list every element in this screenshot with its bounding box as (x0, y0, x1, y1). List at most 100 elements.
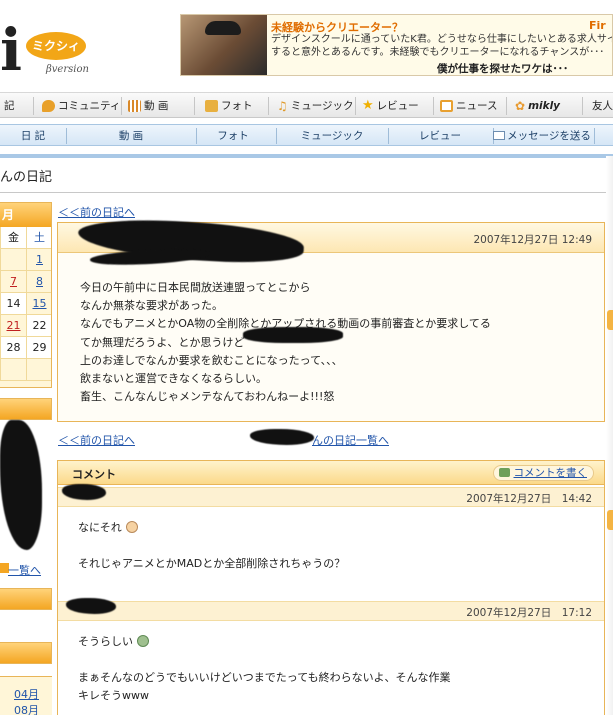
archive-month-link[interactable]: 08月 (14, 702, 39, 715)
subnav-item-review[interactable]: レビュー (388, 128, 492, 144)
comments-section: コメント コメントを書く 2007年12月27日 14:42 なにそれ それじゃ… (57, 460, 605, 715)
folder-icon (205, 100, 218, 112)
comment-line: キレそうwww (78, 689, 149, 702)
page-title: んの日記 (0, 170, 53, 185)
nav-separator (121, 97, 122, 115)
title-accent-bar (0, 154, 613, 158)
right-column-tab (607, 310, 613, 330)
nav-item-label: レビュー (376, 100, 419, 112)
diary-list-link[interactable]: んの日記一覧へ (312, 432, 389, 448)
film-icon (128, 100, 141, 112)
sidebar-box-header (0, 642, 52, 664)
sidebar-list-link[interactable]: 一覧へ (8, 562, 41, 578)
nav-item-mikly[interactable]: ✿ mikly (515, 97, 560, 115)
subnav-item-photo[interactable]: フォト (196, 128, 270, 144)
subnav-item-video[interactable]: 動 画 (66, 128, 196, 144)
face-emoji-icon (125, 521, 138, 533)
nav-item-label: ニュース (456, 100, 498, 112)
right-column-edge (606, 156, 613, 715)
ad-tagline[interactable]: 僕が仕事を探せたワケは･･･ (437, 61, 568, 75)
nav-item-video[interactable]: 動 画 (128, 97, 168, 115)
header: i ミクシィ βversion 未経験からクリエーター？ Fir デザインスクール… (0, 0, 613, 92)
banner-ad[interactable]: 未経験からクリエーター？ Fir デザインスクールに通っていたK君。どうせなら仕事… (180, 14, 613, 76)
calendar-week-row: 1 (0, 249, 51, 271)
archive-month-link[interactable]: 04月 (14, 686, 39, 702)
calendar-day[interactable]: 7 (0, 271, 26, 292)
redacted-friend-list (0, 420, 42, 550)
calendar-weekday-row: 金 土 (0, 227, 51, 249)
diary-line: 上のお達しでなんか要求を飲むことになったって、、、 (80, 353, 343, 367)
calendar-day[interactable]: 8 (26, 271, 51, 292)
nav-item-news[interactable]: ニュース (440, 97, 497, 115)
nav-separator (194, 97, 195, 115)
ad-corner-text: Fir (589, 19, 606, 32)
mixi-logo-badge[interactable]: ミクシィ (26, 32, 86, 60)
prev-diary-link-bottom[interactable]: ＜＜前の日記へ (58, 432, 135, 448)
diary-entry-date: 2007年12月27日 12:49 (473, 234, 592, 246)
ad-body-line: デザインスクールに通っていたK君。どうせなら仕事にしたいとある求人サイトで仕事 (271, 34, 612, 45)
subnav-item-send-message[interactable]: メッセージを送る (493, 128, 591, 144)
comment-line: まぁそんなのどうでもいいけどいつまでたっても終わらないよ、そんな作業 (78, 671, 451, 684)
calendar-day (0, 359, 26, 380)
nav-item-label: mikly (528, 100, 561, 112)
sidebar-box-header (0, 588, 52, 610)
nav-separator (506, 97, 507, 115)
comment-line: なにそれ (78, 521, 122, 534)
calendar-day[interactable]: 1 (26, 249, 51, 270)
redacted-text (243, 327, 343, 343)
face-emoji-icon (137, 635, 149, 647)
calendar-week-row: 14 15 (0, 293, 51, 315)
calendar-week-row: 28 29 (0, 337, 51, 359)
calendar-weekday-sat: 土 (26, 227, 51, 248)
comment-text: なにそれ (78, 519, 138, 537)
calendar-day: 29 (26, 337, 51, 358)
comment-line: そうらしい (78, 635, 133, 648)
nav-separator (268, 97, 269, 115)
subnav-item-diary[interactable]: 日 記 (0, 128, 66, 144)
nav-item-review[interactable]: ★ レビュー (362, 97, 419, 115)
calendar-day: 14 (0, 293, 26, 314)
calendar-day[interactable]: 21 (0, 315, 26, 336)
calendar-day (0, 249, 26, 270)
ad-body-line: すると意外とあるんです。未経験でもクリエーターになれるチャンスが･･･ (271, 47, 605, 58)
nav-item-diary[interactable]: 記 (4, 97, 15, 115)
nav-item-photo[interactable]: フォト (205, 97, 253, 115)
calendar-day: 28 (0, 337, 26, 358)
subnav-item-label: メッセージを送る (507, 130, 591, 142)
nav-item-label: 動 画 (144, 100, 169, 112)
title-divider (0, 192, 613, 193)
write-comment-button[interactable]: コメントを書く (492, 465, 594, 481)
calendar-day[interactable]: 15 (26, 293, 51, 314)
calendar-weekday-fri: 金 (0, 227, 26, 248)
logo-version-label: βversion (46, 64, 89, 75)
comment-date: 2007年12月27日 17:12 (466, 607, 592, 619)
prev-diary-link[interactable]: ＜＜前の日記へ (58, 204, 135, 220)
diary-line: なんか無茶な要求があった。 (80, 299, 223, 313)
sub-nav: 日 記 動 画 フォト ミュージック レビュー メッセージを送る (0, 124, 613, 146)
nav-separator (433, 97, 434, 115)
nav-item-community[interactable]: コミュニティ (42, 97, 120, 115)
comments-title: コメント (72, 468, 116, 481)
subnav-item-music[interactable]: ミュージック (276, 128, 388, 144)
speech-bubble-icon (42, 100, 55, 112)
nav-item-label: 友人 (592, 100, 613, 112)
nav-item-music[interactable]: ♫ ミュージック (277, 97, 354, 115)
nav-item-label: 記 (4, 100, 15, 112)
diary-line: 畜生、こんなんじゃメンテなんておわんねーよ!!!怒 (80, 390, 335, 404)
nav-item-friends[interactable]: 友人 (592, 97, 613, 115)
comment-date: 2007年12月27日 14:42 (466, 493, 592, 505)
comment-header: 2007年12月27日 17:12 (58, 601, 604, 621)
comment-text: そうらしい (78, 633, 149, 651)
news-icon (440, 100, 453, 112)
ad-photo[interactable] (181, 15, 267, 75)
mixi-logo-letter[interactable]: i (0, 20, 22, 80)
write-comment-label: コメントを書く (513, 467, 588, 479)
star-icon: ★ (362, 98, 374, 113)
calendar-day: 22 (26, 315, 51, 336)
calendar-month-header: 月 (0, 203, 51, 227)
nav-item-label: フォト (221, 100, 253, 112)
comments-header: コメント コメントを書く (58, 461, 604, 485)
nav-item-label: コミュニティ (58, 100, 121, 112)
main-nav: 記 コミュニティ 動 画 フォト ♫ ミュージック ★ レビュー ニュース ✿ … (0, 92, 613, 118)
calendar-week-row: 21 22 (0, 315, 51, 337)
